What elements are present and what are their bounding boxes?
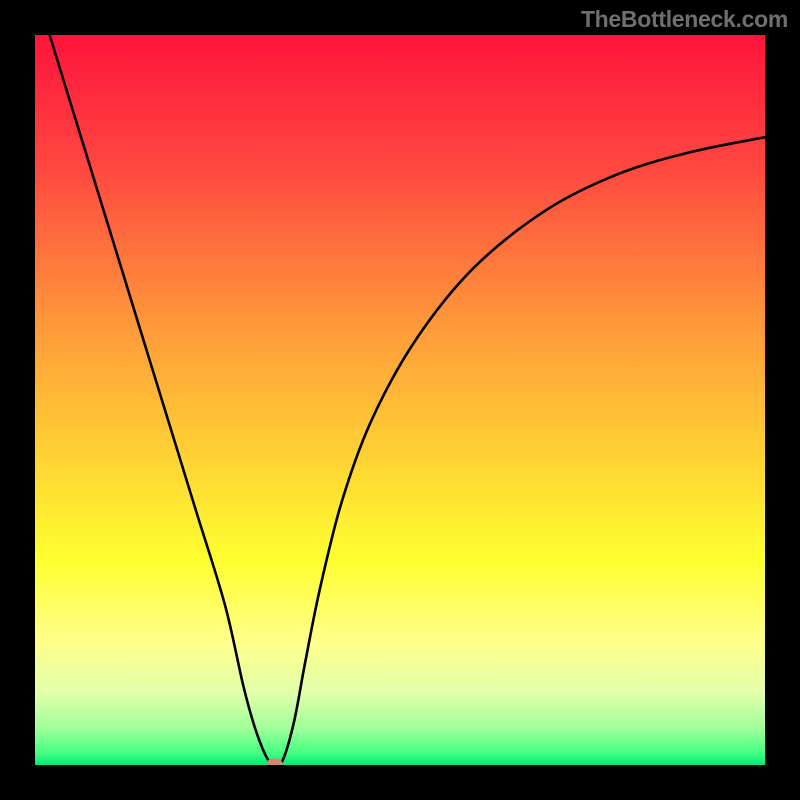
watermark-text: TheBottleneck.com <box>581 6 788 33</box>
gradient-background <box>35 35 765 765</box>
chart-frame: TheBottleneck.com <box>0 0 800 800</box>
plot-area <box>35 35 765 765</box>
chart-svg <box>35 35 765 765</box>
